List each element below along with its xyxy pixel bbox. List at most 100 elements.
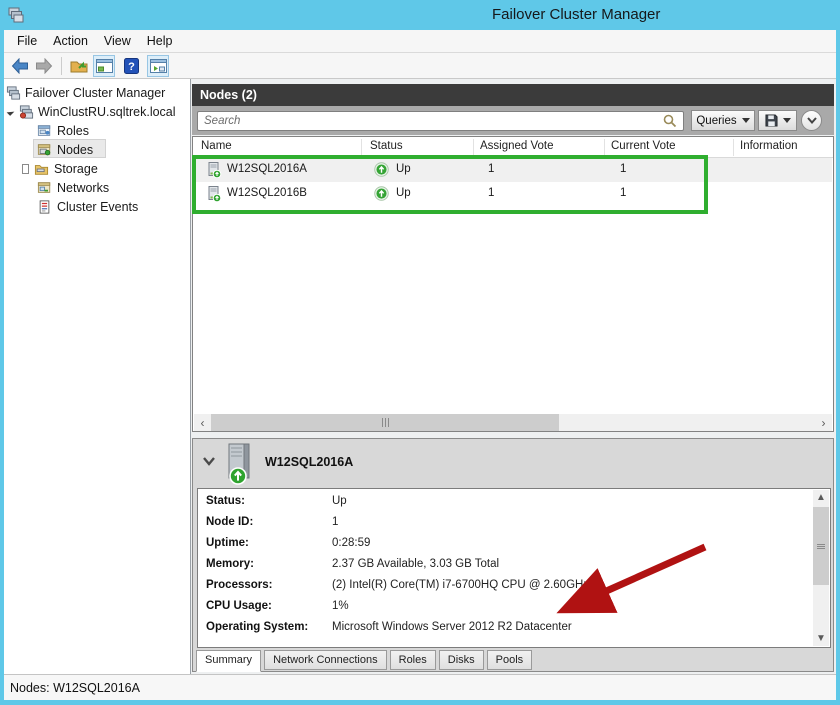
current-vote: 1 <box>620 187 626 199</box>
scroll-down-button[interactable]: ▼ <box>813 631 829 646</box>
forward-button[interactable] <box>32 55 56 77</box>
expander-closed-icon[interactable] <box>23 165 28 173</box>
field-label: Memory: <box>206 558 254 570</box>
help-button[interactable]: ? <box>119 55 143 77</box>
menu-action[interactable]: Action <box>45 32 96 50</box>
menu-help[interactable]: Help <box>139 32 181 50</box>
caret-down-icon <box>783 118 791 123</box>
toolbar-separator <box>61 57 62 75</box>
status-bar-text: Nodes: W12SQL2016A <box>10 681 140 695</box>
nodes-count-label: Nodes (2) <box>200 88 257 102</box>
tab-pools[interactable]: Pools <box>487 650 533 670</box>
column-header-status[interactable]: Status <box>370 140 403 152</box>
window-frame-bottom <box>0 700 840 705</box>
back-button[interactable] <box>8 55 32 77</box>
column-separator[interactable] <box>604 139 605 156</box>
column-separator[interactable] <box>361 139 362 156</box>
column-separator[interactable] <box>733 139 734 156</box>
field-value: 1 <box>332 516 338 528</box>
failover-cluster-manager-window: Failover Cluster Manager File Action Vie… <box>0 0 840 705</box>
tree-root-failover-cluster-manager[interactable]: Failover Cluster Manager <box>6 84 165 102</box>
table-row-w12sql2016b[interactable]: W12SQL2016B Up 1 1 <box>194 182 832 206</box>
menu-view[interactable]: View <box>96 32 139 50</box>
node-status: Up <box>396 187 411 199</box>
scrollbar-thumb[interactable] <box>813 507 829 585</box>
collapse-panel-button[interactable] <box>801 110 822 131</box>
column-header-information[interactable]: Information <box>740 140 798 152</box>
tree-item-cluster-events[interactable]: Cluster Events <box>37 198 138 216</box>
collapse-detail-button[interactable] <box>203 457 215 466</box>
roles-icon <box>37 124 52 138</box>
search-row: Queries <box>192 106 834 135</box>
tab-disks[interactable]: Disks <box>439 650 484 670</box>
toolbar: ? <box>4 53 836 79</box>
tab-network-connections[interactable]: Network Connections <box>264 650 387 670</box>
current-vote: 1 <box>620 163 626 175</box>
column-header-assigned-vote[interactable]: Assigned Vote <box>480 140 554 152</box>
window-frame-right <box>836 30 840 705</box>
scrollbar-thumb[interactable] <box>211 414 559 431</box>
scroll-left-button[interactable]: ‹ <box>194 414 211 431</box>
detail-server-icon <box>225 442 255 486</box>
horizontal-scrollbar[interactable]: ‹ › <box>194 414 832 431</box>
column-separator[interactable] <box>473 139 474 156</box>
export-button[interactable] <box>67 55 91 77</box>
action-pane-button[interactable] <box>147 55 169 77</box>
export-icon <box>70 58 88 74</box>
node-name: W12SQL2016A <box>227 163 307 175</box>
assigned-vote: 1 <box>488 187 494 199</box>
console-tree-button[interactable] <box>93 55 115 77</box>
tab-summary[interactable]: Summary <box>196 650 261 672</box>
detail-summary-box: Status: Up Node ID: 1 Uptime: 0:28:59 Me… <box>197 488 831 648</box>
vertical-scrollbar[interactable]: ▲ ▼ <box>813 490 829 646</box>
forward-icon <box>35 58 53 74</box>
field-label: Node ID: <box>206 516 253 528</box>
tree-item-storage[interactable]: Storage <box>23 160 98 178</box>
status-bar: Nodes: W12SQL2016A <box>4 674 836 700</box>
tab-roles[interactable]: Roles <box>390 650 436 670</box>
field-label: CPU Usage: <box>206 600 272 612</box>
status-up-icon <box>374 162 389 177</box>
expander-open-icon[interactable] <box>7 108 15 116</box>
scroll-right-button[interactable]: › <box>815 414 832 431</box>
column-header-name[interactable]: Name <box>201 140 232 152</box>
field-value: 0:28:59 <box>332 537 370 549</box>
save-query-button[interactable] <box>758 110 797 131</box>
menu-file[interactable]: File <box>9 32 45 50</box>
detail-tabs: Summary Network Connections Roles Disks … <box>196 650 532 672</box>
detail-pane: W12SQL2016A Status: Up Node ID: 1 Uptime… <box>192 438 834 672</box>
node-status: Up <box>396 163 411 175</box>
tree-item-nodes[interactable]: Nodes <box>37 141 93 159</box>
networks-icon <box>37 181 52 195</box>
detail-node-title: W12SQL2016A <box>265 455 353 469</box>
save-icon <box>765 114 778 127</box>
tree-item-networks[interactable]: Networks <box>37 179 109 197</box>
field-value: Microsoft Windows Server 2012 R2 Datacen… <box>332 621 572 633</box>
console-window-icon <box>96 59 113 73</box>
column-header-current-vote[interactable]: Current Vote <box>611 140 676 152</box>
chevron-down-icon <box>203 457 215 466</box>
show-action-pane-icon <box>150 59 167 73</box>
chevron-down-icon <box>807 117 817 124</box>
cluster-events-icon <box>37 200 52 214</box>
field-value: 2.37 GB Available, 3.03 GB Total <box>332 558 499 570</box>
title-bar: Failover Cluster Manager <box>0 0 840 30</box>
back-icon <box>11 58 29 74</box>
tree-item-cluster[interactable]: WinClustRU.sqltrek.local <box>8 103 176 121</box>
table-row-w12sql2016a[interactable]: W12SQL2016A Up 1 1 <box>194 158 832 182</box>
field-label: Operating System: <box>206 621 308 633</box>
field-value: 1% <box>332 600 349 612</box>
queries-button[interactable]: Queries <box>691 110 755 131</box>
field-value: Up <box>332 495 347 507</box>
list-header-row: Name Status Assigned Vote Current Vote I… <box>193 137 833 158</box>
server-icon <box>206 186 222 202</box>
search-input[interactable] <box>197 111 684 131</box>
svg-text:?: ? <box>128 61 135 73</box>
nodes-icon <box>37 143 52 157</box>
nodes-list: Name Status Assigned Vote Current Vote I… <box>192 136 834 432</box>
scroll-up-button[interactable]: ▲ <box>813 490 829 505</box>
status-up-icon <box>374 186 389 201</box>
storage-icon <box>34 162 49 176</box>
assigned-vote: 1 <box>488 163 494 175</box>
tree-item-roles[interactable]: Roles <box>37 122 89 140</box>
